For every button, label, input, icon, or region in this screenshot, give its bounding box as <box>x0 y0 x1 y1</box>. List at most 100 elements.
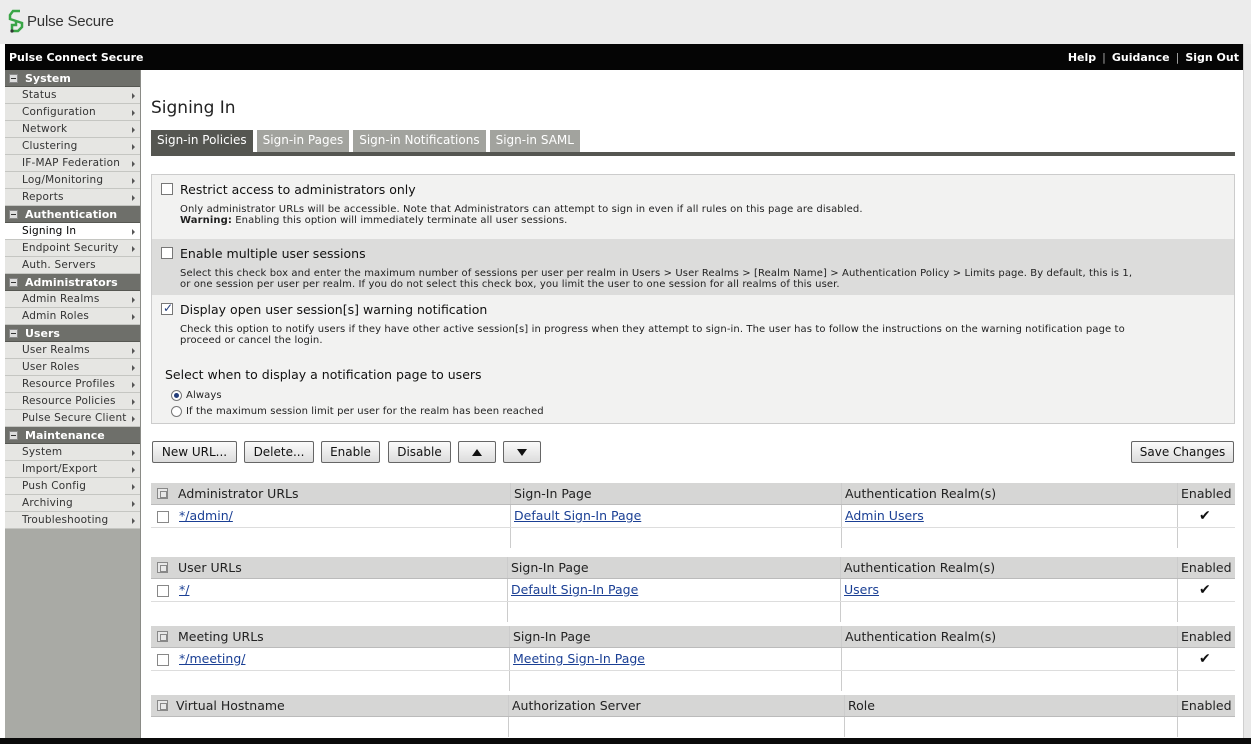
sidebar-item-archiving[interactable]: Archiving <box>5 495 140 512</box>
sidebar-item-status[interactable]: Status <box>5 87 140 104</box>
collapse-icon[interactable] <box>9 278 18 287</box>
sidebar-item-signing-in[interactable]: Signing In <box>5 223 140 240</box>
sidebar-item-import-export[interactable]: Import/Export <box>5 461 140 478</box>
sidebar-section-administrators[interactable]: Administrators <box>5 274 140 291</box>
column-header: Meeting URLs <box>178 629 264 644</box>
realm-link[interactable]: Admin Users <box>845 505 924 527</box>
select-all-checkbox[interactable] <box>157 562 168 573</box>
chevron-right-icon <box>132 501 135 507</box>
tab-sign-in-policies[interactable]: Sign-in Policies <box>151 130 253 152</box>
guidance-link[interactable]: Guidance <box>1112 51 1170 64</box>
move-down-button[interactable] <box>503 441 541 463</box>
chevron-right-icon <box>132 450 135 456</box>
logo-bar: Pulse Secure <box>0 0 1251 44</box>
sidebar-section-maintenance[interactable]: Maintenance <box>5 427 140 444</box>
column-header: Authentication Realm(s) <box>845 629 997 644</box>
sidebar-item-push-config[interactable]: Push Config <box>5 478 140 495</box>
sidebar-item-pulse-secure-client[interactable]: Pulse Secure Client <box>5 410 140 427</box>
multiple-sessions-checkbox[interactable] <box>161 247 173 259</box>
max-limit-label: If the maximum session limit per user fo… <box>186 406 544 417</box>
chevron-right-icon <box>132 127 135 133</box>
row-checkbox[interactable] <box>157 585 169 597</box>
pulse-secure-logo: Pulse Secure <box>8 9 114 33</box>
sign-in-page-link[interactable]: Meeting Sign-In Page <box>513 648 645 670</box>
multiple-sessions-option: Enable multiple user sessions Select thi… <box>152 239 1234 295</box>
sign-out-link[interactable]: Sign Out <box>1185 51 1239 64</box>
sidebar-item-resource-policies[interactable]: Resource Policies <box>5 393 140 410</box>
collapse-icon[interactable] <box>9 431 18 440</box>
column-header: Enabled <box>1181 486 1232 501</box>
column-header: Administrator URLs <box>178 486 299 501</box>
select-all-checkbox[interactable] <box>157 488 168 499</box>
sidebar-item-reports[interactable]: Reports <box>5 189 140 206</box>
column-header: Sign-In Page <box>513 629 591 644</box>
sidebar-item-admin-realms[interactable]: Admin Realms <box>5 291 140 308</box>
sidebar-section-system[interactable]: System <box>5 70 140 87</box>
enable-button[interactable]: Enable <box>321 441 380 463</box>
url-link[interactable]: */meeting/ <box>179 648 245 670</box>
collapse-icon[interactable] <box>9 329 18 338</box>
sidebar-item-clustering[interactable]: Clustering <box>5 138 140 155</box>
enabled-check-icon: ✔ <box>1199 508 1211 524</box>
tab-sign-in-notifications[interactable]: Sign-in Notifications <box>353 130 486 152</box>
sidebar-item-system[interactable]: System <box>5 444 140 461</box>
row-checkbox[interactable] <box>157 654 169 666</box>
brand-name: Pulse Secure <box>27 12 114 30</box>
select-all-checkbox[interactable] <box>157 631 168 642</box>
restrict-admin-checkbox[interactable] <box>161 183 173 195</box>
sidebar-item-troubleshooting[interactable]: Troubleshooting <box>5 512 140 529</box>
always-radio[interactable] <box>171 390 182 401</box>
tab-sign-in-pages[interactable]: Sign-in Pages <box>256 130 350 152</box>
move-up-button[interactable] <box>458 441 496 463</box>
help-link[interactable]: Help <box>1068 51 1096 64</box>
save-changes-button[interactable]: Save Changes <box>1131 441 1234 463</box>
sidebar-section-authentication[interactable]: Authentication <box>5 206 140 223</box>
sidebar-item-user-realms[interactable]: User Realms <box>5 342 140 359</box>
sidebar-item-configuration[interactable]: Configuration <box>5 104 140 121</box>
sidebar-item-network[interactable]: Network <box>5 121 140 138</box>
sidebar-item-user-roles[interactable]: User Roles <box>5 359 140 376</box>
select-all-checkbox[interactable] <box>157 700 168 711</box>
enabled-check-icon: ✔ <box>1199 582 1211 598</box>
column-header: Authentication Realm(s) <box>845 486 997 501</box>
table-row: */ Default Sign-In Page Users ✔ <box>151 579 1235 602</box>
sidebar-item-resource-profiles[interactable]: Resource Profiles <box>5 376 140 393</box>
table-header: Administrator URLs Sign-In Page Authenti… <box>151 483 1235 505</box>
chevron-right-icon <box>132 518 135 524</box>
chevron-right-icon <box>132 246 135 252</box>
column-header: Enabled <box>1181 560 1232 575</box>
tab-underline <box>151 152 1235 156</box>
options-panel: Restrict access to administrators only O… <box>151 174 1235 424</box>
window-bottom-edge <box>0 738 1251 744</box>
url-link[interactable]: */ <box>179 579 189 601</box>
chevron-right-icon <box>132 144 135 150</box>
sign-in-page-link[interactable]: Default Sign-In Page <box>514 505 641 527</box>
chevron-right-icon <box>132 195 135 201</box>
sidebar-item-log-monitoring[interactable]: Log/Monitoring <box>5 172 140 189</box>
delete-button[interactable]: Delete... <box>244 441 314 463</box>
warning-notification-option: Display open user session[s] warning not… <box>152 295 1234 425</box>
max-limit-radio[interactable] <box>171 406 182 417</box>
sidebar-item-admin-roles[interactable]: Admin Roles <box>5 308 140 325</box>
sidebar-item-endpoint-security[interactable]: Endpoint Security <box>5 240 140 257</box>
sidebar-section-users[interactable]: Users <box>5 325 140 342</box>
collapse-icon[interactable] <box>9 210 18 219</box>
collapse-icon[interactable] <box>9 74 18 83</box>
url-link[interactable]: */admin/ <box>179 505 233 527</box>
warning-notification-desc: Check this option to notify users if the… <box>180 324 1125 335</box>
realm-link[interactable]: Users <box>844 579 879 601</box>
warning-notification-checkbox[interactable] <box>161 301 173 315</box>
column-header: Enabled <box>1181 698 1232 713</box>
sidebar-item-ifmap-federation[interactable]: IF-MAP Federation <box>5 155 140 172</box>
row-checkbox[interactable] <box>157 511 169 523</box>
sidebar-item-auth-servers[interactable]: Auth. Servers <box>5 257 140 274</box>
sign-in-page-link[interactable]: Default Sign-In Page <box>511 579 638 601</box>
new-url-button[interactable]: New URL... <box>152 441 237 463</box>
admin-urls-table: Administrator URLs Sign-In Page Authenti… <box>151 483 1235 548</box>
tab-sign-in-saml[interactable]: Sign-in SAML <box>489 130 580 152</box>
disable-button[interactable]: Disable <box>388 441 451 463</box>
multiple-sessions-label: Enable multiple user sessions <box>180 246 366 261</box>
column-header: Enabled <box>1181 629 1232 644</box>
enabled-check-icon: ✔ <box>1199 651 1211 667</box>
table-row-empty <box>151 528 1235 548</box>
